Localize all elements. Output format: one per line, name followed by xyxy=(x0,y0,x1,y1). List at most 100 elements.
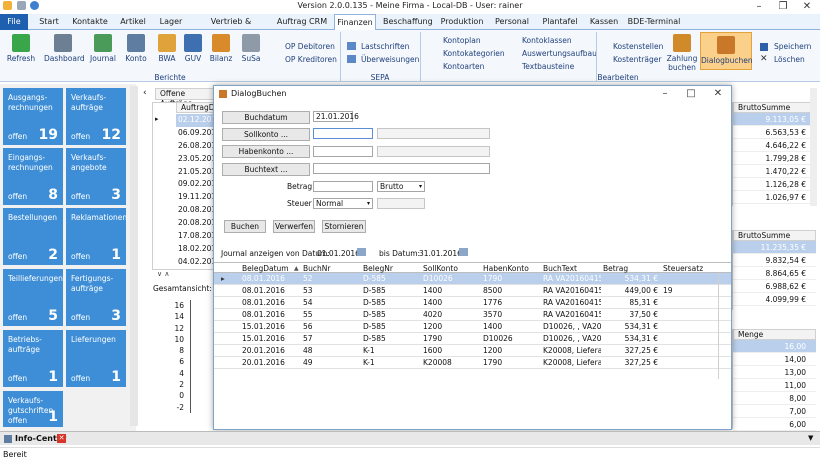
order-date-cell[interactable]: 26.08.2016 xyxy=(176,140,214,153)
order-date-cell[interactable]: 23.05.2016 xyxy=(176,153,214,166)
dashboard-button[interactable]: Dashboard xyxy=(44,34,85,64)
menu-plantafel[interactable]: Plantafel xyxy=(540,14,580,30)
menu-personal[interactable]: Personal xyxy=(492,14,532,30)
order-date-cell[interactable]: 18.02.2015 xyxy=(176,243,214,256)
link-kostentraeger[interactable]: Kostenträger xyxy=(613,55,661,65)
tile-verkaufsangebote[interactable]: Verkaufs-angebote offen 3 xyxy=(66,148,126,205)
link-auswertungsaufbau[interactable]: Auswertungsaufbau xyxy=(522,49,597,59)
right-scrollbar-1[interactable] xyxy=(810,88,817,206)
restore-icon[interactable]: ❐ xyxy=(772,0,794,13)
link-kontoklassen[interactable]: Kontoklassen xyxy=(522,36,572,46)
order-date-cell[interactable]: 20.08.2015 xyxy=(176,204,214,217)
table-row[interactable]: ▸ 08.01.2016 52 D-585 D10026 1790 RA VA2016041… xyxy=(214,273,731,285)
buchtext-button[interactable]: Buchtext ... xyxy=(222,163,310,176)
calendar-icon[interactable] xyxy=(459,248,468,256)
steuer-select[interactable]: Normal ▾ xyxy=(313,198,373,209)
tile-teillieferungen[interactable]: Teillieferungen offen 5 xyxy=(3,269,63,326)
order-date-cell[interactable]: 06.09.2016 xyxy=(176,127,214,140)
collapse-icons[interactable]: ∨ ∧ xyxy=(157,270,169,278)
link-kontoplan[interactable]: Kontoplan xyxy=(443,36,481,46)
order-date-cell[interactable]: 21.05.2016 xyxy=(176,166,214,179)
tile-verkaufsauftraege[interactable]: Verkaufs-aufträge offen 12 xyxy=(66,88,126,145)
link-textbausteine[interactable]: Textbausteine xyxy=(522,62,574,72)
menu-kassen[interactable]: Kassen xyxy=(588,14,620,30)
table-row[interactable]: 15.01.2016 57 D-585 1790 D10026 D10026, , VA2… xyxy=(214,333,731,345)
journal-bis-date[interactable]: 31.01.2016 xyxy=(419,249,462,258)
tile-fertigungsauftraege[interactable]: Fertigungs-aufträge offen 3 xyxy=(66,269,126,326)
susa-button[interactable]: SuSa xyxy=(238,34,264,64)
tile-betriebsauftraege[interactable]: Betriebs-aufträge offen 1 xyxy=(3,330,63,387)
tile-eingangsrechnungen[interactable]: Eingangs-rechnungen offen 8 xyxy=(3,148,63,205)
nav-left-icon[interactable]: ‹ xyxy=(143,88,147,98)
link-op-kreditoren[interactable]: OP Kreditoren xyxy=(285,55,337,65)
stornieren-button[interactable]: Stornieren xyxy=(322,220,366,233)
buchdatum-button[interactable]: Buchdatum xyxy=(222,111,310,124)
link-kontoarten[interactable]: Kontoarten xyxy=(443,62,484,72)
menu-lager[interactable]: Lager xyxy=(156,14,186,30)
menu-artikel[interactable]: Artikel xyxy=(117,14,149,30)
link-ueberweisungen[interactable]: Überweisungen xyxy=(361,55,419,65)
minimize-icon[interactable]: – xyxy=(748,0,770,13)
calendar-icon[interactable] xyxy=(357,248,366,256)
link-kontokategorien[interactable]: Kontokategorien xyxy=(443,49,505,59)
link-kostenstellen[interactable]: Kostenstellen xyxy=(613,42,663,52)
journal-button[interactable]: Journal xyxy=(88,34,118,64)
order-date-cell[interactable]: 17.08.2015 xyxy=(176,230,214,243)
bwa-button[interactable]: BWA xyxy=(154,34,180,64)
table-row[interactable]: 20.01.2016 49 K-1 K20008 1790 K20008, Liefera… xyxy=(214,357,731,369)
order-date-cell[interactable]: 02.12.2016 xyxy=(176,114,214,127)
dialog-minimize-icon[interactable]: – xyxy=(654,87,676,100)
menu-kontakte[interactable]: Kontakte xyxy=(70,14,110,30)
habenkonto-button[interactable]: Habenkonto ... xyxy=(222,145,310,158)
guv-button[interactable]: GUV xyxy=(182,34,204,64)
close-icon[interactable]: ✕ xyxy=(796,0,818,13)
refresh-button[interactable]: Refresh xyxy=(4,34,38,64)
menu-vertrieb[interactable]: Vertrieb & Marketing xyxy=(192,14,270,42)
chevron-down-icon[interactable]: ▼ xyxy=(808,434,813,442)
save-button[interactable]: Speichern xyxy=(774,42,811,52)
link-op-debitoren[interactable]: OP Debitoren xyxy=(285,42,335,52)
table-row[interactable]: 08.01.2016 55 D-585 4020 3570 RA VA20160415..… xyxy=(214,309,731,321)
buchdatum-field[interactable]: 21.01.2016 xyxy=(313,111,359,122)
menu-file[interactable]: File xyxy=(0,14,28,30)
buchen-button[interactable]: Buchen xyxy=(224,220,266,233)
dialog-maximize-icon[interactable]: □ xyxy=(680,87,702,100)
bilanz-button[interactable]: Bilanz xyxy=(208,34,234,64)
tile-ausgangsrechnungen[interactable]: Ausgangs-rechnungen offen 19 xyxy=(3,88,63,145)
dialogbuchen-button[interactable]: Dialogbuchen xyxy=(700,32,753,70)
order-date-cell[interactable]: 09.02.2016 xyxy=(176,178,214,191)
tile-bestellungen[interactable]: Bestellungen offen 2 xyxy=(3,208,63,265)
brutto-select[interactable]: Brutto ▾ xyxy=(377,181,425,192)
left-panel-scrollbar[interactable] xyxy=(130,86,138,426)
konto-button[interactable]: Konto xyxy=(122,34,150,64)
betrag-field[interactable] xyxy=(313,181,373,192)
close-info-center-icon[interactable]: ✕ xyxy=(57,434,66,443)
tile-lieferungen[interactable]: Lieferungen offen 1 xyxy=(66,330,126,387)
table-row[interactable]: 15.01.2016 56 D-585 1200 1400 D10026, , VA201… xyxy=(214,321,731,333)
tab-offene-auftraege[interactable]: Offene Aufträge xyxy=(155,88,215,108)
menu-beschaffung[interactable]: Beschaffung xyxy=(383,14,433,30)
journal-von-date[interactable]: 01.01.2016 xyxy=(317,249,360,258)
buchtext-field[interactable] xyxy=(313,163,490,174)
menu-auftrag-crm[interactable]: Auftrag CRM xyxy=(276,14,328,30)
menu-bde-terminal[interactable]: BDE-Terminal xyxy=(626,14,682,30)
dialog-close-icon[interactable]: ✕ xyxy=(707,87,729,100)
table-row[interactable]: 08.01.2016 54 D-585 1400 1776 RA VA20160415..… xyxy=(214,297,731,309)
sollkonto-button[interactable]: Sollkonto ... xyxy=(222,128,310,141)
delete-button[interactable]: Löschen xyxy=(774,55,805,65)
menu-finanzen[interactable]: Finanzen xyxy=(334,14,376,30)
zahlung-buchen-button[interactable]: Zahlung buchen xyxy=(666,34,698,72)
link-lastschriften[interactable]: Lastschriften xyxy=(361,42,409,52)
order-date-cell[interactable]: 04.02.2015 xyxy=(176,256,214,269)
order-date-cell[interactable]: 19.11.2015 xyxy=(176,191,214,204)
sollkonto-field[interactable] xyxy=(313,128,373,139)
menu-produktion[interactable]: Produktion xyxy=(440,14,484,30)
tile-reklamationen[interactable]: Reklamationen offen 1 xyxy=(66,208,127,265)
verwerfen-button[interactable]: Verwerfen xyxy=(273,220,315,233)
table-row[interactable]: 08.01.2016 53 D-585 1400 8500 RA VA20160415..… xyxy=(214,285,731,297)
table-row[interactable]: 20.01.2016 48 K-1 1600 1200 K20008, Lieferan.… xyxy=(214,345,731,357)
tile-verkaufsgutschriften[interactable]: Verkaufs-gutschriften offen 1 xyxy=(3,391,63,427)
habenkonto-field[interactable] xyxy=(313,146,373,157)
menu-start[interactable]: Start xyxy=(34,14,64,30)
order-date-cell[interactable]: 20.08.2015 xyxy=(176,217,214,230)
